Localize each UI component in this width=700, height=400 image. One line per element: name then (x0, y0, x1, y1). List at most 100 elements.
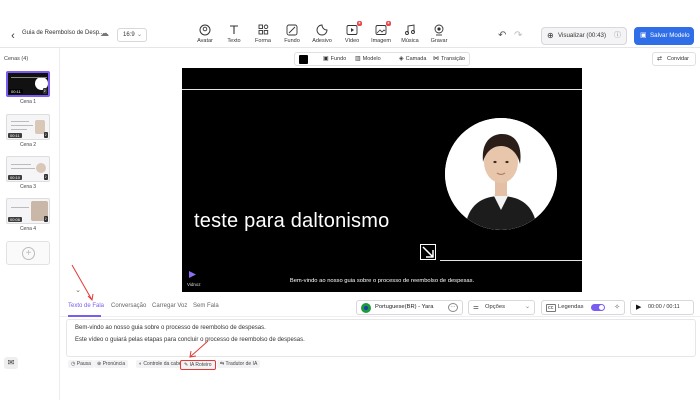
back-arrow-icon[interactable]: ‹ (6, 29, 20, 43)
background-icon (286, 24, 298, 36)
tab-conversation[interactable]: Conversação (111, 303, 146, 309)
aspect-ratio-select[interactable]: 16:9 ⌄ (117, 28, 147, 42)
background-color-swatch[interactable] (299, 55, 308, 64)
options-label: Opções (485, 304, 505, 310)
avatar-illustration (445, 118, 557, 230)
scene-thumbnail-4[interactable]: 00:06 ♪ (6, 198, 50, 224)
tool-record[interactable]: Gravar (425, 24, 453, 44)
tab-upload-voice[interactable]: Carregar Voz (152, 303, 187, 309)
layer-transition-button[interactable]: ⋈ Transição (433, 53, 465, 65)
pause-button[interactable]: ◷ Pausa (68, 360, 94, 368)
scene-duration: 00:06 (8, 217, 23, 222)
record-icon (434, 24, 444, 36)
scene-name: Cena 2 (19, 142, 37, 148)
tool-label: Pausa (76, 361, 91, 367)
script-editor[interactable]: Bem-vindo ao nosso guia sobre o processo… (66, 319, 696, 357)
info-icon[interactable]: ⓘ (614, 28, 621, 44)
layer-bar-label: Modelo (362, 56, 381, 62)
playback-time: 00:00 / 00:11 (648, 304, 680, 310)
video-canvas[interactable]: teste para daltonismo Vidnoz Bem-vindo a… (182, 68, 582, 292)
scene-duration: 00:11 (9, 89, 23, 94)
image-icon (375, 25, 387, 35)
tool-label: IA Roteiro (189, 362, 212, 368)
script-line[interactable]: Este vídeo o guiará pelas etapas para co… (75, 337, 305, 343)
divider-line (440, 260, 582, 261)
layer-bar-label: Fundo (330, 56, 347, 62)
tab-no-speech[interactable]: Sem Fala (193, 303, 219, 309)
avatar-presenter[interactable] (445, 118, 557, 230)
tool-text[interactable]: Texto (220, 24, 248, 44)
tool-label: Avatar (197, 38, 213, 44)
invite-button[interactable]: ⇄ Convidar (652, 52, 696, 66)
active-tab-indicator (68, 315, 101, 317)
ai-translator-button[interactable]: ⇆ Tradutor de IA (217, 360, 261, 368)
thumb-line (11, 168, 35, 169)
pronunciation-button[interactable]: ⊕ Pronúncia (94, 360, 129, 368)
ai-script-button[interactable]: ✎ IA Roteiro (180, 360, 216, 370)
voice-icon: ♪ (43, 132, 48, 138)
tool-label: Tradutor de IA (225, 361, 258, 367)
save-label: Salvar Modelo (650, 32, 690, 39)
transition-icon: ⋈ (433, 56, 439, 62)
preview-button[interactable]: ⊕ Visualizar (00:43) ⓘ (541, 27, 627, 45)
script-line[interactable]: Bem-vindo ao nosso guia sobre o processo… (75, 325, 266, 331)
save-icon: ▣ (640, 32, 647, 39)
playback-control[interactable]: ▶ 00:00 / 00:11 (630, 300, 694, 315)
cloud-sync-icon: ☁ (100, 28, 109, 38)
tool-label: Fundo (284, 38, 300, 44)
layer-bg-button[interactable]: ▣ Fundo (323, 53, 346, 65)
tool-avatar[interactable]: Avatar (191, 24, 219, 44)
tool-music[interactable]: Música (396, 24, 424, 44)
new-badge: ★ (385, 21, 391, 26)
captions-toggle[interactable] (591, 304, 605, 311)
add-scene-button[interactable]: + (6, 241, 50, 265)
canvas-headline[interactable]: teste para daltonismo (194, 210, 389, 233)
layers-icon: ◈ (399, 56, 404, 62)
captions-control: cc Legendas ✧ (541, 300, 625, 315)
canvas-subtitle[interactable]: Bem-vindo ao nosso guia sobre o processo… (182, 278, 582, 284)
tool-label: Vídeo (344, 38, 360, 44)
tool-background[interactable]: Fundo (278, 24, 306, 44)
tool-label: Adesivo (312, 38, 332, 44)
sliders-icon: ⚌ (473, 304, 479, 311)
scene-name: Cena 4 (19, 226, 37, 232)
zoom-arrow-icon (420, 244, 436, 260)
tab-speech-text[interactable]: Texto de Fala (68, 303, 104, 309)
undo-icon[interactable]: ↶ (498, 30, 506, 41)
avatar-icon (199, 24, 211, 36)
chevron-down-icon: ⌄ (136, 32, 142, 38)
voice-icon: ♪ (43, 174, 48, 180)
chat-icon[interactable]: ✉ (4, 357, 18, 369)
thumb-line (11, 207, 29, 208)
layer-template-button[interactable]: ▥ Modelo (355, 53, 381, 65)
options-select[interactable]: ⚌ Opções ⌄ (468, 300, 535, 315)
chevron-down-icon: ⌄ (524, 304, 530, 310)
redo-icon[interactable]: ↷ (514, 30, 522, 41)
voice-icon: ♪ (43, 216, 48, 222)
text-icon (230, 25, 238, 34)
scene-thumbnail-2[interactable]: 00:11 ♪ (6, 114, 50, 140)
tool-shape[interactable]: Forma (249, 24, 277, 44)
brazil-flag-icon (361, 303, 371, 313)
more-icon[interactable]: ··· (448, 303, 458, 312)
scene-thumbnail-3[interactable]: 00:10 ♪ (6, 156, 50, 182)
tool-image[interactable]: ★ Imagem (367, 21, 395, 44)
divider-line (182, 89, 582, 90)
tool-video[interactable]: ★ Vídeo (338, 21, 366, 44)
voice-icon: ♪ (42, 88, 47, 94)
aspect-ratio-value: 16:9 (123, 32, 135, 38)
layer-layer-button[interactable]: ◈ Camada (399, 53, 426, 65)
play-icon[interactable]: ▶ (636, 301, 641, 314)
preview-label: Visualizar (00:43) (558, 32, 607, 39)
voice-select[interactable]: Portuguese(BR) - Yara ··· (356, 300, 463, 315)
tool-sticker[interactable]: Adesivo (308, 24, 336, 44)
layer-bar-label: Transição (441, 56, 465, 62)
save-template-button[interactable]: ▣ Salvar Modelo (634, 27, 694, 45)
scene-thumbnail-1[interactable]: 00:11 ♪ (6, 71, 50, 97)
captions-label: Legendas (558, 304, 584, 310)
caption-style-icon[interactable]: ✧ (614, 301, 620, 314)
collapse-chevron-icon[interactable]: ⌄ (72, 286, 84, 296)
template-icon: ▥ (355, 56, 361, 62)
tool-label: Imagem (371, 38, 391, 44)
project-title[interactable]: Guia de Reembolso de Desp... (22, 30, 104, 36)
